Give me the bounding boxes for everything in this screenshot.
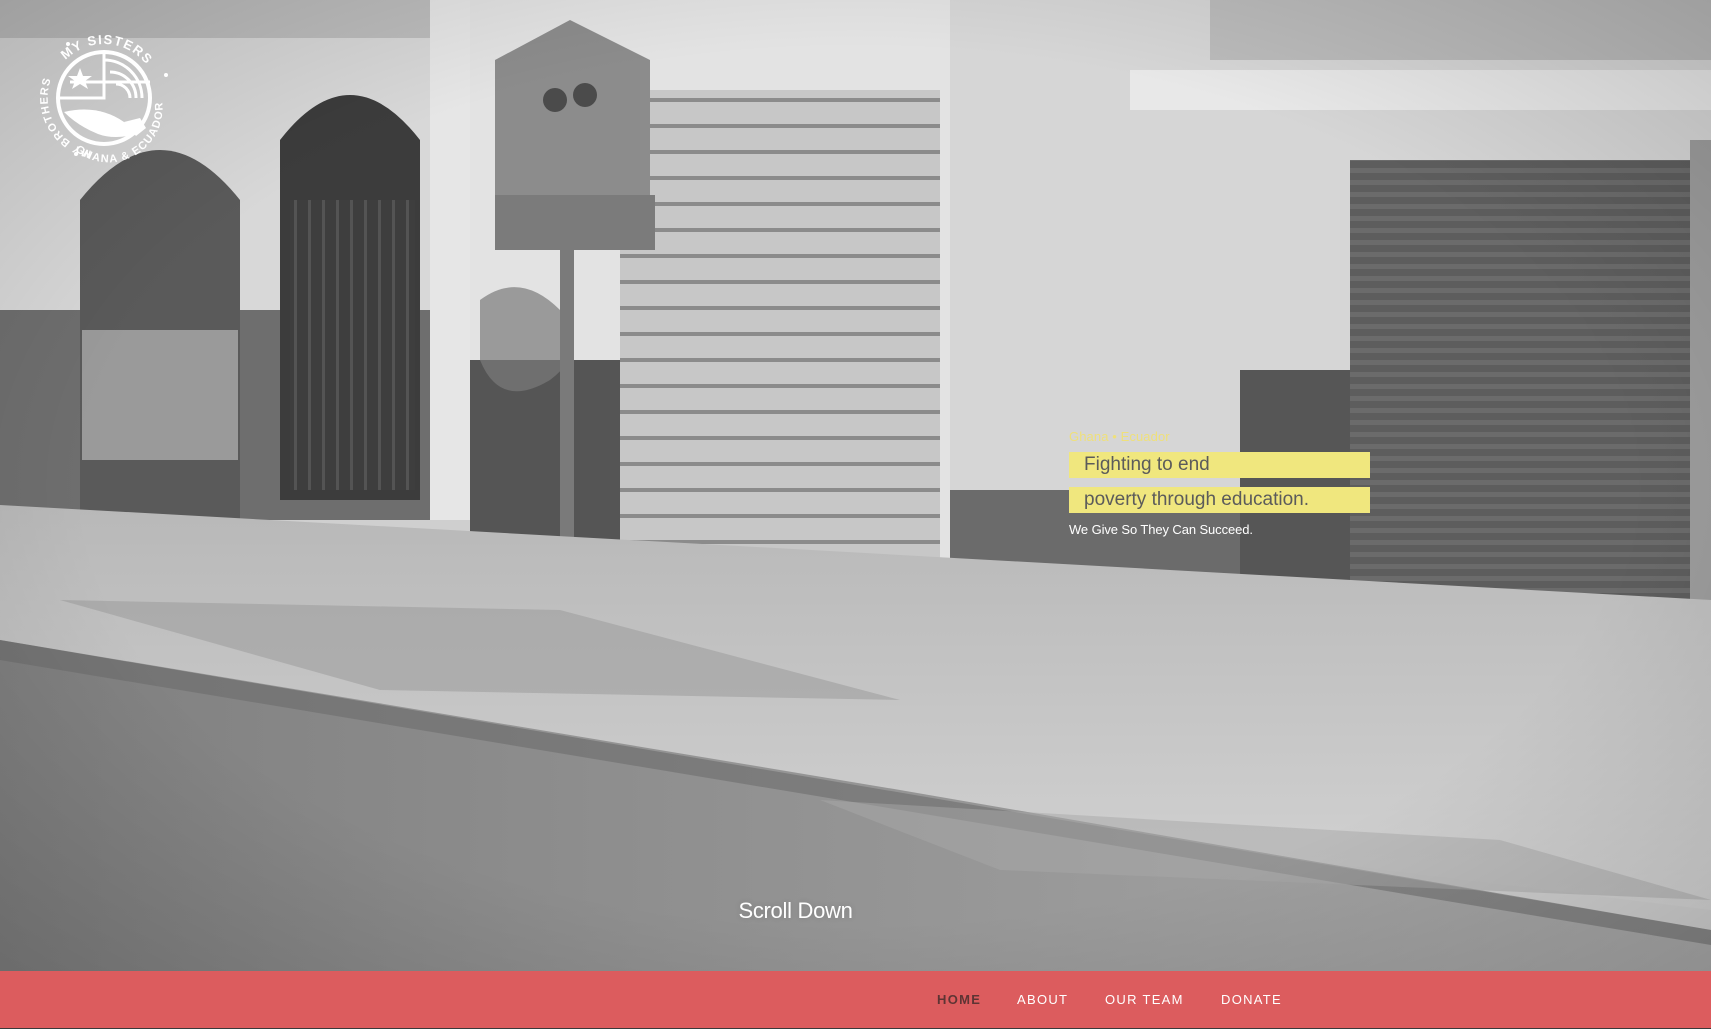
hero-background bbox=[0, 0, 1711, 971]
hero-copy: Ghana • Ecuador Fighting to end poverty … bbox=[1069, 428, 1371, 539]
main-nav: HOME ABOUT OUR TEAM DONATE bbox=[0, 971, 1711, 1028]
hero-eyebrow: Ghana • Ecuador bbox=[1069, 429, 1170, 444]
site-logo[interactable]: MY SISTERS MY BROTHERS GHANA & ECUADOR bbox=[28, 22, 180, 174]
nav-item-donate[interactable]: DONATE bbox=[1221, 971, 1282, 1028]
hero-headline: Fighting to end poverty through educatio… bbox=[1069, 452, 1371, 513]
hero-headline-line-1: Fighting to end bbox=[1069, 452, 1370, 478]
page: MY SISTERS MY BROTHERS GHANA & ECUADOR G… bbox=[0, 0, 1711, 1029]
nav-item-home[interactable]: HOME bbox=[937, 971, 981, 1028]
scroll-down-link[interactable]: Scroll Down bbox=[0, 898, 1591, 924]
hero-tagline: We Give So They Can Succeed. bbox=[1069, 522, 1253, 537]
main-navbar: HOME ABOUT OUR TEAM DONATE bbox=[0, 971, 1711, 1028]
nav-item-about[interactable]: ABOUT bbox=[1017, 971, 1068, 1028]
nav-item-our-team[interactable]: OUR TEAM bbox=[1105, 971, 1184, 1028]
hero-headline-line-2: poverty through education. bbox=[1069, 487, 1370, 513]
